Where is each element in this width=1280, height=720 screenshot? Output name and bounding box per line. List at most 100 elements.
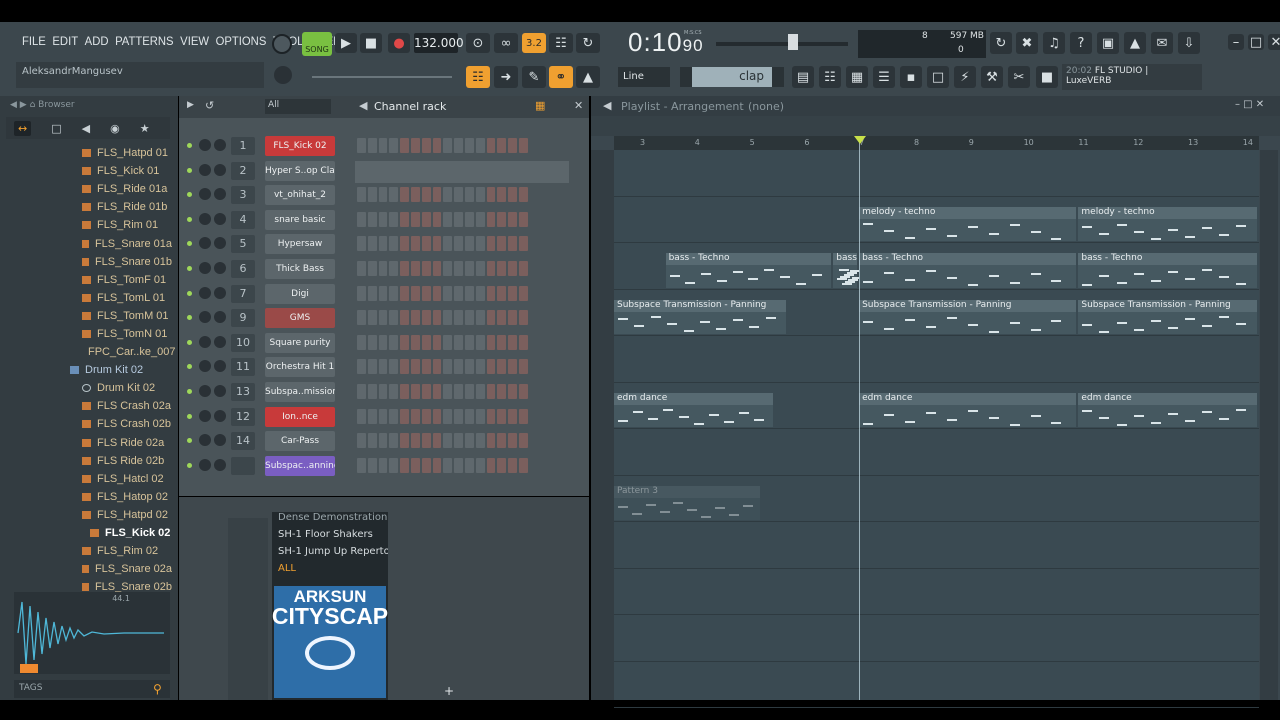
step-button[interactable] — [400, 211, 409, 227]
scissors-icon[interactable]: ✂ — [1008, 66, 1030, 88]
step-button[interactable] — [508, 457, 517, 473]
pan-knob[interactable] — [199, 434, 211, 447]
step-button[interactable] — [464, 408, 474, 424]
step-button[interactable] — [508, 236, 517, 252]
step-button[interactable] — [486, 408, 496, 424]
browser-item[interactable]: Drum Kit 02 — [0, 379, 172, 397]
step-button[interactable] — [410, 261, 420, 276]
channel-name-button[interactable]: Square purity — [265, 332, 335, 353]
step-button[interactable] — [518, 384, 528, 399]
step-button[interactable] — [432, 310, 442, 326]
channel-led[interactable] — [187, 241, 192, 247]
step-button[interactable] — [497, 457, 507, 473]
stamp-icon[interactable]: ▲ — [576, 66, 600, 88]
mic-icon[interactable]: ♫ — [1043, 32, 1065, 54]
browser-item[interactable]: FLS Crash 02b — [0, 415, 172, 433]
menu-patterns[interactable]: PATTERNS — [115, 34, 174, 48]
files-tab-icon[interactable]: □ — [51, 122, 61, 135]
volume-knob[interactable] — [214, 434, 226, 447]
step-button[interactable] — [432, 334, 442, 350]
step-button[interactable] — [357, 236, 366, 252]
step-button[interactable] — [378, 408, 388, 424]
channel-rack-icon[interactable]: ▦ — [846, 66, 868, 88]
step-button[interactable] — [410, 187, 420, 203]
step-button[interactable] — [454, 359, 463, 375]
step-button[interactable] — [518, 359, 528, 375]
step-button[interactable] — [410, 457, 420, 473]
step-button[interactable] — [443, 334, 453, 350]
browser-item[interactable]: FLS_Snare 01b — [0, 253, 172, 271]
step-button[interactable] — [508, 211, 517, 227]
sample-marker[interactable] — [20, 664, 38, 673]
step-button[interactable] — [357, 285, 366, 301]
step-button[interactable] — [410, 310, 420, 326]
step-button[interactable] — [486, 334, 496, 350]
step-button[interactable] — [432, 457, 442, 473]
step-button[interactable] — [443, 211, 453, 227]
master-slider[interactable] — [312, 76, 452, 78]
record-button[interactable]: ● — [388, 33, 410, 53]
step-button[interactable] — [367, 408, 377, 424]
step-button[interactable] — [443, 138, 453, 153]
step-button[interactable] — [421, 138, 431, 153]
step-button[interactable] — [475, 138, 485, 153]
step-button[interactable] — [421, 408, 431, 424]
step-button[interactable] — [454, 138, 463, 153]
step-button[interactable] — [518, 211, 528, 227]
browser-item[interactable]: FLS_Rim 02 — [0, 542, 172, 560]
browser-item[interactable]: FLS_Kick 01 — [0, 162, 172, 180]
step-button[interactable] — [400, 138, 409, 153]
channel-name-button[interactable]: snare basic — [265, 209, 335, 230]
mixer-track-number[interactable]: 11 — [231, 358, 255, 377]
step-button[interactable] — [518, 457, 528, 473]
step-button[interactable] — [508, 187, 517, 203]
step-button[interactable] — [378, 457, 388, 473]
step-button[interactable] — [367, 457, 377, 473]
step-button[interactable] — [486, 236, 496, 252]
step-button[interactable] — [367, 261, 377, 276]
step-button[interactable] — [443, 359, 453, 375]
save-icon[interactable]: ▣ — [1097, 32, 1119, 54]
step-button[interactable] — [518, 236, 528, 252]
step-button[interactable] — [400, 408, 409, 424]
song-position-handle[interactable] — [788, 34, 798, 50]
browser-item[interactable]: FLS_Snare 02a — [0, 560, 172, 578]
mixer-track-number[interactable]: 13 — [231, 383, 255, 401]
step-button[interactable] — [497, 187, 507, 203]
step-button[interactable] — [508, 310, 517, 326]
volume-knob[interactable] — [214, 139, 226, 151]
step-button[interactable] — [443, 433, 453, 449]
step-button[interactable] — [486, 359, 496, 375]
mixer-icon[interactable]: ☰ — [873, 66, 895, 88]
channel-name-button[interactable]: Car-Pass — [265, 431, 335, 452]
pattern-clip[interactable]: bass - Techno — [859, 253, 1077, 288]
channel-name-button[interactable]: vt_ohihat_2 — [265, 185, 335, 206]
step-button[interactable] — [410, 359, 420, 375]
volume-knob[interactable] — [214, 335, 226, 348]
loop-record-button[interactable]: ↻ — [576, 33, 600, 53]
rack-close-icon[interactable]: ✕ — [574, 99, 583, 112]
step-button[interactable] — [432, 138, 442, 153]
step-button[interactable] — [443, 236, 453, 252]
step-button[interactable] — [357, 138, 366, 153]
mixer-track-number[interactable]: 12 — [231, 407, 255, 426]
browser-item[interactable]: FLS_Hatcl 02 — [0, 470, 172, 488]
step-button[interactable] — [518, 334, 528, 350]
step-button[interactable] — [475, 187, 485, 203]
step-button[interactable] — [400, 236, 409, 252]
step-button[interactable] — [421, 433, 431, 449]
step-button[interactable] — [454, 261, 463, 276]
step-button[interactable] — [497, 211, 507, 227]
pan-knob[interactable] — [199, 262, 211, 274]
channel-name-button[interactable]: Ion..nce — [265, 406, 335, 427]
step-button[interactable] — [357, 310, 366, 326]
volume-knob[interactable] — [214, 262, 226, 274]
playhead-marker[interactable] — [854, 136, 866, 144]
step-button[interactable] — [497, 285, 507, 301]
step-button[interactable] — [421, 334, 431, 350]
step-button[interactable] — [357, 187, 366, 203]
step-button[interactable] — [464, 187, 474, 203]
step-button[interactable] — [367, 334, 377, 350]
pattern-clip[interactable]: Subspace Transmission - Panning — [859, 299, 1077, 334]
step-button[interactable] — [378, 310, 388, 326]
